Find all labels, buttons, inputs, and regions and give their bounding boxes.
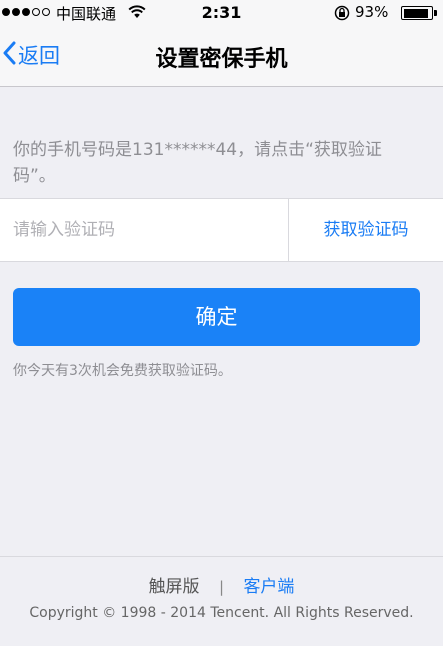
footer-links: 触屏版 | 客户端 xyxy=(0,572,443,597)
get-code-button[interactable]: 获取验证码 xyxy=(289,199,443,261)
copyright-text: Copyright © 1998 - 2014 Tencent. All Rig… xyxy=(29,605,414,621)
confirm-button[interactable]: 确定 xyxy=(13,288,420,346)
status-bar: 中国联通 2:31 93% xyxy=(0,0,443,26)
battery-percent: 93% xyxy=(355,3,389,21)
verification-code-input[interactable] xyxy=(0,199,288,261)
battery-tip xyxy=(434,10,437,16)
touch-version-link[interactable]: 触屏版 xyxy=(149,572,200,597)
page-title: 设置密保手机 xyxy=(155,47,288,72)
battery-icon xyxy=(401,6,433,20)
footer-divider xyxy=(0,556,443,557)
free-attempts-hint: 你今天有3次机会免费获取验证码。 xyxy=(13,363,232,379)
navigation-bar: 返回 设置密保手机 xyxy=(0,26,443,87)
phone-instruction-text: 你的手机号码是131******44，请点击“获取验证码”。 xyxy=(13,140,382,186)
battery-fill xyxy=(403,8,428,18)
client-app-link[interactable]: 客户端 xyxy=(243,572,294,597)
footer-separator: | xyxy=(218,578,225,596)
verification-code-row: 获取验证码 xyxy=(0,198,443,262)
rotation-lock-icon xyxy=(334,5,350,25)
